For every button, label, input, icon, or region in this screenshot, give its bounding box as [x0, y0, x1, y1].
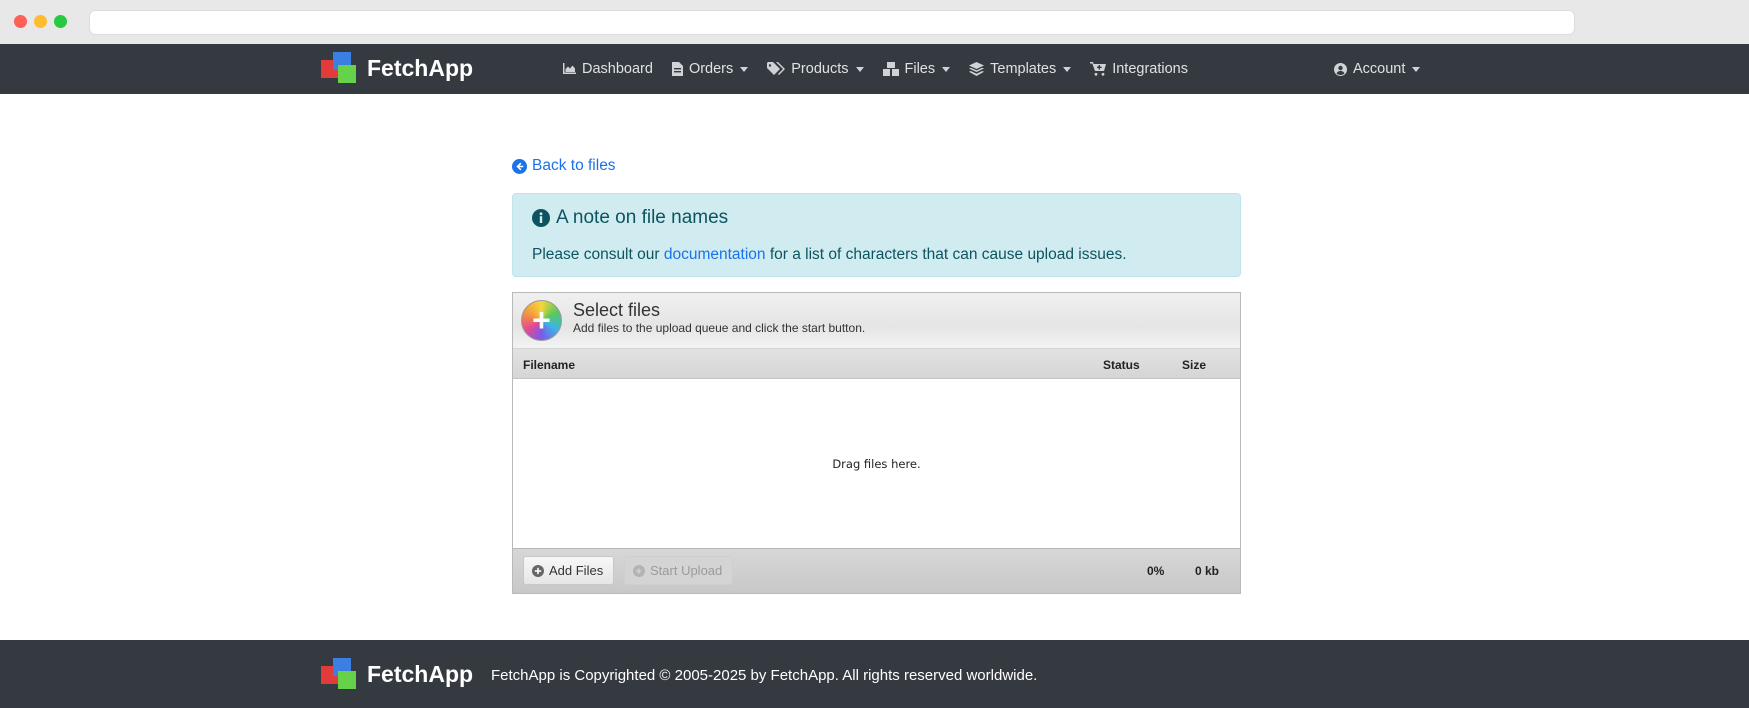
nav-item-label: Dashboard	[582, 61, 653, 77]
site-footer: FetchApp FetchApp is Copyrighted © 2005-…	[0, 640, 1749, 708]
top-navbar: FetchApp Dashboard Orders Products Files…	[0, 44, 1749, 94]
boxes-icon	[882, 62, 899, 76]
nav-item-label: Orders	[688, 61, 734, 77]
copyright-text: FetchApp is Copyrighted © 2005-2025 by F…	[491, 667, 1038, 684]
nav-item-label: Integrations	[1112, 61, 1188, 77]
nav-item-products[interactable]: Products	[767, 61, 864, 77]
user-circle-icon	[1334, 62, 1347, 76]
add-files-icon: +	[521, 300, 562, 341]
add-files-label: Add Files	[549, 563, 604, 578]
uploader-title: Select files	[573, 300, 661, 320]
file-names-alert: A note on file names Please consult our …	[512, 193, 1241, 277]
uploader-footer: Add Files Start Upload 0% 0 kb	[513, 548, 1240, 593]
cart-plus-icon	[1090, 62, 1107, 76]
account-menu[interactable]: Account	[1334, 44, 1421, 94]
address-bar[interactable]	[89, 10, 1575, 35]
fetchapp-logo-icon	[321, 52, 357, 84]
brand-link[interactable]: FetchApp	[321, 51, 473, 85]
window-close-button[interactable]	[14, 15, 27, 28]
alert-body-post: for a list of characters that can cause …	[769, 246, 1127, 263]
plus-circle-icon	[532, 564, 544, 577]
nav-item-integrations[interactable]: Integrations	[1090, 61, 1188, 77]
alert-body: Please consult our documentation for a l…	[532, 246, 1127, 264]
footer-brand[interactable]: FetchApp	[321, 657, 473, 691]
tags-icon	[767, 62, 786, 76]
column-filename: Filename	[523, 358, 576, 372]
nav-item-templates[interactable]: Templates	[969, 61, 1072, 77]
add-files-button[interactable]: Add Files	[523, 556, 615, 585]
brand-name: FetchApp	[367, 54, 474, 81]
upload-progress-percent: 0%	[1147, 564, 1165, 578]
uploader-header: + Select files Add files to the upload q…	[513, 293, 1240, 349]
layers-icon	[969, 62, 985, 76]
start-upload-label: Start Upload	[650, 563, 723, 578]
chevron-down-icon	[1063, 66, 1072, 72]
alert-title-text: A note on file names	[556, 207, 729, 228]
arrow-circle-left-icon	[512, 158, 527, 174]
drop-zone-text: Drag files here.	[832, 456, 921, 471]
uploader-subtitle: Add files to the upload queue and click …	[573, 321, 866, 335]
chevron-down-icon	[1412, 66, 1421, 72]
alert-body-pre: Please consult our	[532, 246, 660, 263]
chevron-down-icon	[855, 66, 864, 72]
nav-item-label: Files	[904, 61, 936, 77]
file-list-header: Filename Status Size	[513, 349, 1240, 379]
nav-item-label: Templates	[990, 61, 1057, 77]
window-minimize-button[interactable]	[34, 15, 47, 28]
column-status: Status	[1103, 358, 1140, 372]
back-to-files-link[interactable]: Back to files	[512, 157, 616, 175]
main-nav: Dashboard Orders Products Files Template…	[562, 44, 1207, 94]
chevron-down-icon	[740, 66, 749, 72]
browser-chrome	[0, 0, 1749, 44]
arrow-circle-right-icon	[633, 564, 645, 577]
documentation-link[interactable]: documentation	[664, 246, 766, 263]
info-circle-icon	[532, 209, 550, 227]
start-upload-button[interactable]: Start Upload	[624, 556, 734, 585]
drop-zone[interactable]: Drag files here.	[513, 379, 1240, 548]
chart-area-icon	[562, 63, 576, 75]
nav-item-label: Products	[791, 61, 849, 77]
upload-total-size: 0 kb	[1195, 564, 1220, 578]
nav-item-files[interactable]: Files	[882, 61, 951, 77]
window-maximize-button[interactable]	[54, 15, 67, 28]
account-label: Account	[1353, 61, 1406, 77]
back-link-label: Back to files	[532, 157, 616, 174]
alert-title: A note on file names	[532, 207, 728, 229]
footer-brand-name: FetchApp	[367, 660, 474, 687]
nav-item-orders[interactable]: Orders	[671, 61, 749, 77]
chevron-down-icon	[942, 66, 951, 72]
fetchapp-logo-icon	[321, 658, 357, 690]
file-uploader: + Select files Add files to the upload q…	[512, 292, 1241, 594]
file-invoice-icon	[671, 62, 683, 76]
column-size: Size	[1182, 358, 1207, 372]
nav-item-dashboard[interactable]: Dashboard	[562, 61, 653, 77]
